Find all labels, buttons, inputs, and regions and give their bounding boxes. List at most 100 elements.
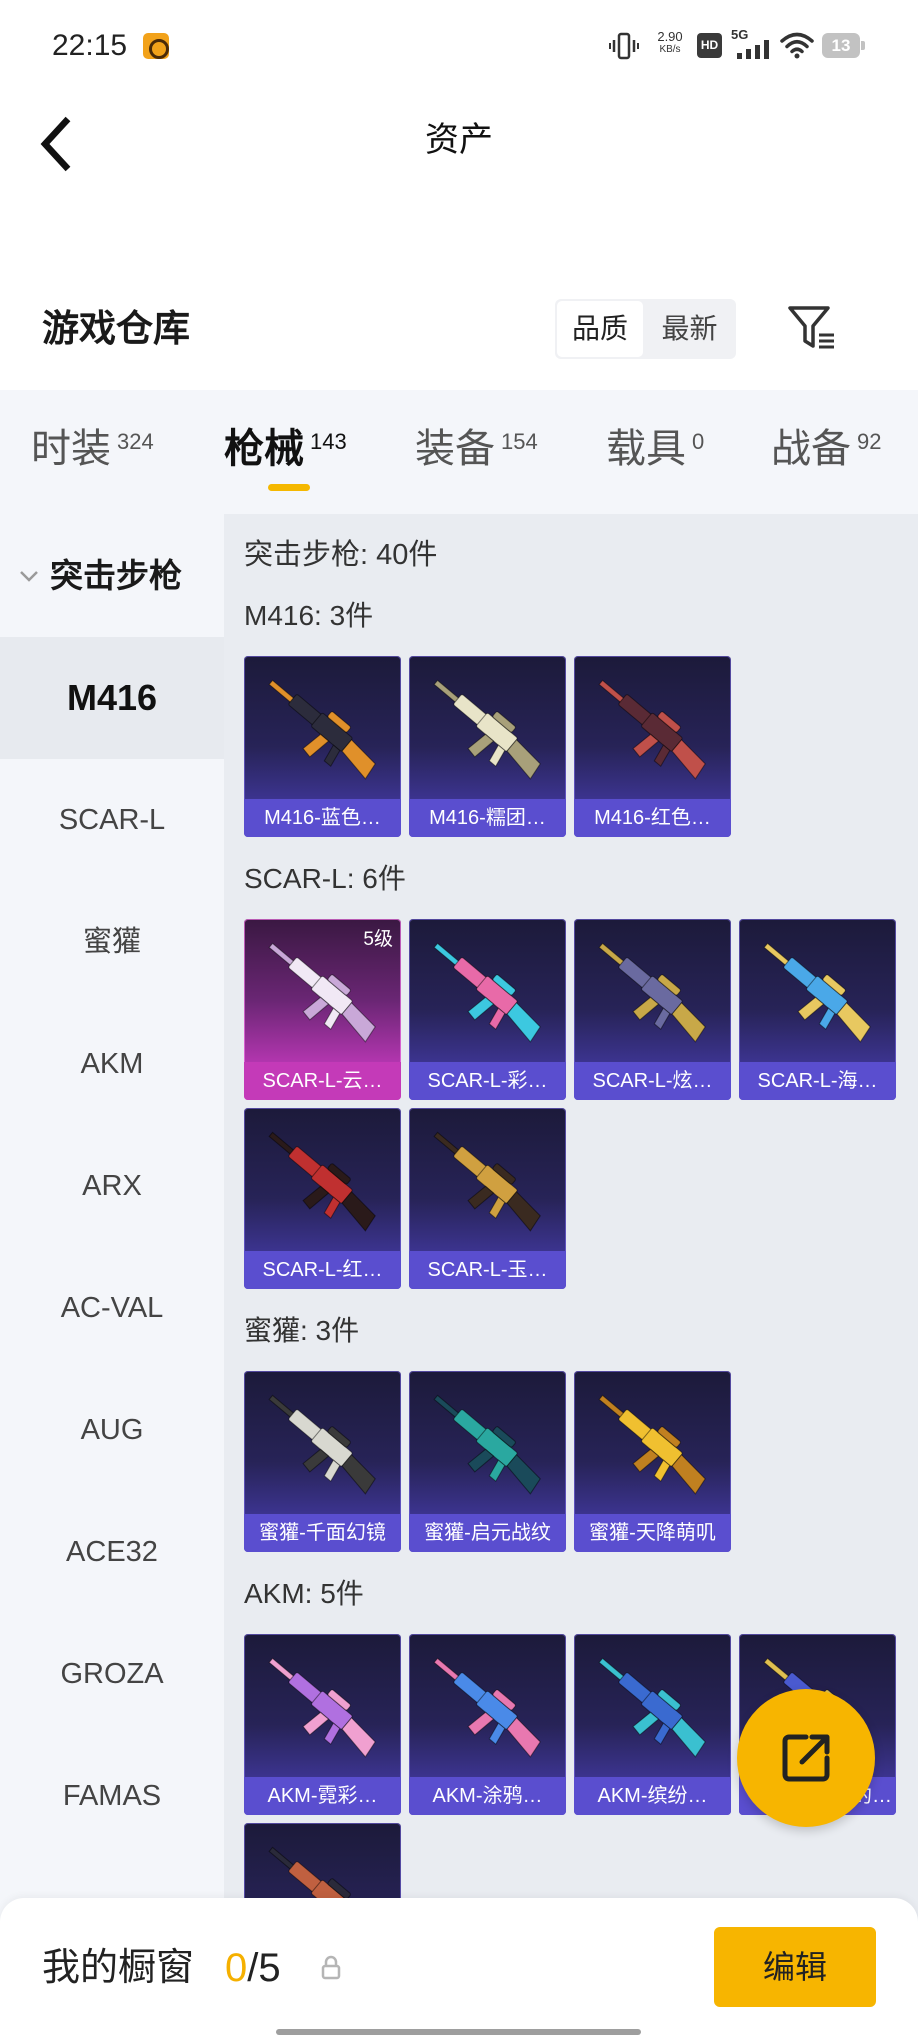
weapon-skin-image: [433, 942, 541, 1043]
sidebar-category-label: 突击步枪: [50, 557, 182, 594]
showcase-current: 0: [225, 1946, 248, 1990]
active-tab-indicator: [268, 484, 310, 491]
assets-screen: 22:15 2.90 KB/s HD 5G 13 资产 游戏仓库 品质 最新 时…: [0, 0, 918, 2040]
weapon-card[interactable]: M416-糯团…: [409, 656, 566, 837]
sidebar-item-akm[interactable]: AKM: [0, 1003, 224, 1125]
weapon-card[interactable]: M416-蓝色…: [244, 656, 401, 837]
sidebar-item-groza[interactable]: GROZA: [0, 1613, 224, 1735]
showcase-label: 我的橱窗: [42, 1947, 195, 1989]
weapon-grid: 蜜獾-千面幻镜 蜜獾-启元战纹 蜜獾-天降萌叽: [244, 1371, 918, 1552]
signal-icon: [737, 40, 769, 59]
filter-icon[interactable]: [786, 302, 838, 354]
weapon-grid: 5级 SCAR-L-云… SCAR-L-彩… SCAR-L-炫… SCAR-L-海… SC…: [244, 919, 918, 1289]
weapon-skin-image: [598, 1657, 706, 1758]
weapon-card-label: M416-蓝色…: [244, 799, 401, 837]
weapon-skin-image: [268, 1657, 376, 1758]
tab-equipment[interactable]: 装备 154: [415, 425, 538, 473]
weapon-card[interactable]: 蜜獾-天降萌叽: [574, 1371, 731, 1552]
weapon-card[interactable]: SCAR-L-炫…: [574, 919, 731, 1100]
weapon-card-label: 蜜獾-天降萌叽: [574, 1514, 731, 1552]
weapon-grid: M416-蓝色… M416-糯团… M416-红色…: [244, 656, 918, 837]
weapon-card[interactable]: SCAR-L-彩…: [409, 919, 566, 1100]
section-title: 蜜獾: 3件: [244, 1315, 360, 1346]
weapon-card-label: AKM-缤纷…: [574, 1777, 731, 1815]
weapon-skin-image: [268, 679, 376, 780]
sidebar-item-label: 蜜獾: [82, 926, 141, 958]
weapon-skin-image: [433, 679, 541, 780]
sidebar-list: M416 SCAR-L 蜜獾 AKM ARX AC-VAL AUG ACE32 GROZA FAM…: [0, 637, 224, 1857]
weapon-card[interactable]: SCAR-L-玉…: [409, 1108, 566, 1289]
sidebar-item-label: AKM: [80, 1048, 144, 1080]
showcase-total: /5: [247, 1946, 281, 1990]
sidebar-item-aug[interactable]: AUG: [0, 1369, 224, 1491]
network-speed-value: 2.90: [657, 29, 683, 44]
tab-count: 154: [501, 429, 538, 454]
sidebar-item-weapon-2[interactable]: 蜜獾: [0, 881, 224, 1003]
weapon-skin-image: [598, 1394, 706, 1495]
weapon-card-label: M416-红色…: [574, 799, 731, 837]
sidebar-item-ace32[interactable]: ACE32: [0, 1491, 224, 1613]
weapon-skin-image: [268, 1394, 376, 1495]
weapon-card-label: 蜜獾-启元战纹: [409, 1514, 566, 1552]
weapon-card[interactable]: AKM-缤纷…: [574, 1634, 731, 1815]
tab-label: 装备: [415, 427, 495, 471]
weapon-card[interactable]: M416-红色…: [574, 656, 731, 837]
sidebar-item-arx[interactable]: ARX: [0, 1125, 224, 1247]
weapon-card-label: SCAR-L-彩…: [409, 1062, 566, 1100]
weapon-card[interactable]: SCAR-L-红…: [244, 1108, 401, 1289]
sidebar-item-m416[interactable]: M416: [0, 637, 224, 759]
sort-toggle: 品质 最新: [555, 299, 736, 359]
share-button[interactable]: [737, 1689, 875, 1827]
showcase-count: 0/5: [225, 1944, 281, 1992]
sidebar-item-ac-val[interactable]: AC-VAL: [0, 1247, 224, 1369]
section-title: AKM: 5件: [244, 1578, 364, 1609]
edit-button[interactable]: 编辑: [714, 1927, 876, 2007]
tab-vehicles[interactable]: 载具 0: [606, 425, 704, 473]
weapon-card[interactable]: AKM-涂鸦…: [409, 1634, 566, 1815]
app-notification-icon: [143, 33, 169, 59]
hd-badge: HD: [697, 33, 722, 58]
sidebar-item-label: SCAR-L: [58, 804, 166, 836]
weapon-card-label: SCAR-L-红…: [244, 1251, 401, 1289]
sidebar-item-label: GROZA: [60, 1658, 164, 1690]
weapon-skin-image: [268, 1131, 376, 1232]
weapon-skin-image: [598, 679, 706, 780]
tab-fashion[interactable]: 时装 324: [31, 425, 154, 473]
page-title: 资产: [425, 121, 493, 159]
category-tabs: 时装 324 枪械 143 装备 154 载具 0 战备 92: [0, 390, 918, 514]
weapon-card[interactable]: 蜜獾-启元战纹: [409, 1371, 566, 1552]
tab-count: 92: [857, 429, 882, 454]
sidebar-item-label: AC-VAL: [60, 1292, 164, 1324]
weapon-sidebar: 突击步枪 M416 SCAR-L 蜜獾 AKM ARX AC-VAL AUG ACE32 GRO…: [0, 514, 224, 2040]
weapon-card-label: SCAR-L-炫…: [574, 1062, 731, 1100]
section-title: SCAR-L: 6件: [244, 863, 406, 894]
weapon-card[interactable]: 蜜獾-千面幻镜: [244, 1371, 401, 1552]
weapon-card-label: AKM-涂鸦…: [409, 1777, 566, 1815]
weapon-card[interactable]: SCAR-L-海…: [739, 919, 896, 1100]
weapon-card-label: SCAR-L-玉…: [409, 1251, 566, 1289]
tab-count: 324: [117, 429, 154, 454]
weapon-skin-image: [598, 942, 706, 1043]
weapon-skin-image: [433, 1131, 541, 1232]
vibrate-icon: [609, 32, 639, 60]
sort-option-newest[interactable]: 最新: [645, 301, 734, 357]
sort-option-quality[interactable]: 品质: [557, 301, 643, 357]
tab-gear[interactable]: 战备 92: [771, 425, 881, 473]
battery-icon: 13: [822, 33, 860, 58]
weapon-card[interactable]: 5级 SCAR-L-云…: [244, 919, 401, 1100]
sidebar-item-label: ARX: [82, 1170, 142, 1202]
sidebar-item-scar-l[interactable]: SCAR-L: [0, 759, 224, 881]
weapon-card[interactable]: AKM-霓彩…: [244, 1634, 401, 1815]
weapon-card-label: 蜜獾-千面幻镜: [244, 1514, 401, 1552]
sidebar-item-famas[interactable]: FAMAS: [0, 1735, 224, 1857]
tab-firearms[interactable]: 枪械 143: [224, 425, 347, 473]
home-indicator[interactable]: [276, 2029, 641, 2035]
battery-nub: [861, 41, 865, 50]
sidebar-category-assault-rifle[interactable]: 突击步枪: [0, 514, 224, 637]
sidebar-item-label: M416: [66, 677, 158, 718]
tab-count: 0: [692, 429, 705, 454]
network-speed-unit: KB/s: [659, 44, 681, 55]
weapon-skin-image: [433, 1657, 541, 1758]
sidebar-item-label: ACE32: [66, 1536, 158, 1568]
status-time: 22:15: [52, 29, 128, 62]
